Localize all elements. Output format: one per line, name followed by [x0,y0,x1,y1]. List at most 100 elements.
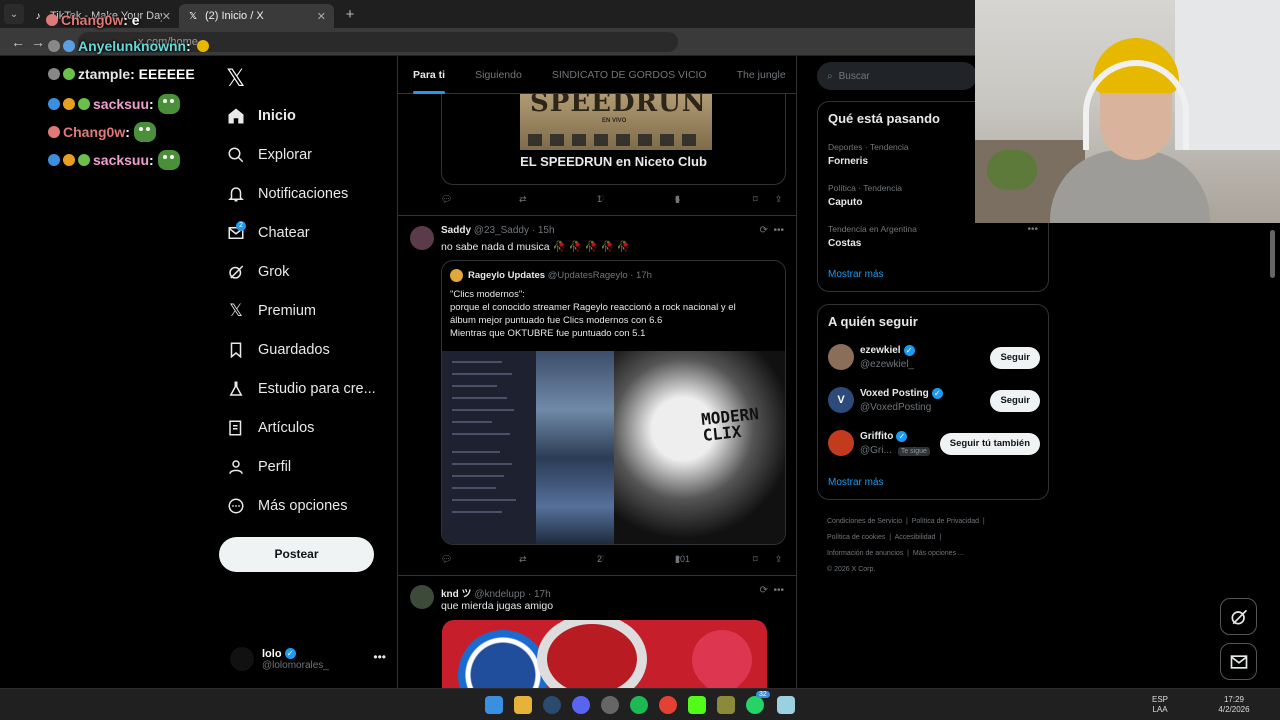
follow-button[interactable]: Seguir [990,390,1040,412]
tab-x-home[interactable]: 𝕏 (2) Inicio / X ✕ [179,4,334,28]
footer-link[interactable]: Más opciones ... [913,550,964,557]
share-icon[interactable]: ⇪ [775,554,783,565]
footer-link[interactable]: Accesibilidad [895,534,936,541]
footer-link[interactable]: Política de cookies [827,534,885,541]
tweet-author[interactable]: knd ツ [441,589,472,600]
follow-back-button[interactable]: Seguir tú también [939,433,1040,455]
follow-name-text: Voxed Posting [860,388,929,399]
quoted-tweet[interactable]: Rageylo Updates @UpdatesRageylo · 17h "C… [441,260,786,545]
views-button[interactable]: ▮ 6 [675,194,680,205]
spotify-icon[interactable] [630,696,648,714]
account-switcher[interactable]: lolo ✓ @lolomorales_ ••• [230,644,390,674]
tweet-top-icons: ⟳ ••• [760,585,784,596]
nav-item-premium[interactable]: 𝕏 Premium [226,296,316,326]
close-tab-icon[interactable]: ✕ [162,10,171,23]
bookmark-icon[interactable]: ⌑ [753,194,758,205]
bookmark-icon[interactable]: ⌑ [753,554,758,565]
follow-suggestion[interactable]: Griffito ✓ @Gri... Te sigue Seguir tú tamb… [828,429,1040,459]
footer-link[interactable]: Condiciones de Servicio [827,518,902,525]
nav-item-inicio[interactable]: Inicio [226,101,296,131]
repost-icon[interactable]: ⇄ [519,194,527,205]
app-icon[interactable] [717,696,735,714]
more-icon[interactable]: ••• [773,585,784,596]
quote-image-lake[interactable] [536,351,614,544]
show-more-link[interactable]: Mostrar más [828,269,884,280]
close-tab-icon[interactable]: ✕ [317,10,326,23]
share-icon[interactable]: ⇪ [775,194,783,205]
avatar [828,344,854,370]
follow-name-text: ezewkiel [860,345,901,356]
search-input[interactable]: ⌕ Buscar [817,62,977,90]
tweet-actions: 💬︎ ⇄ ♡ 2 ▮ 201 ⌑ ⇪ [441,554,786,570]
forward-arrow-icon[interactable]: → [28,34,48,50]
link-card[interactable]: SPEEDRUN EN VIVO EL SPEEDRUN en Niceto C… [441,86,786,185]
chrome-icon[interactable] [659,696,677,714]
scrollbar-thumb[interactable] [1270,230,1275,278]
trend-item[interactable]: Tendencia en Argentina Costas ••• [828,224,1038,249]
nav-item-notificaciones[interactable]: Notificaciones [226,179,348,209]
list-line [452,487,496,489]
nav-item-chatear[interactable]: 2 Chatear [226,218,310,248]
nav-item-estudio[interactable]: Estudio para cre... [226,374,376,404]
x-logo-icon[interactable]: 𝕏 [226,64,245,92]
tab-the-jungle[interactable]: The jungle [722,56,796,94]
nav-item-mas-opciones[interactable]: Más opciones [226,491,347,521]
like-button[interactable]: ♡ 2 [597,554,605,565]
tweet-author[interactable]: Saddy [441,225,471,236]
grok-icon[interactable]: ⟳ [760,225,768,236]
heart-shape [679,620,765,688]
avatar[interactable] [410,226,434,250]
chat-text: : [186,38,191,54]
search-icon [226,145,246,165]
post-button[interactable]: Postear [219,537,374,572]
follow-suggestion[interactable]: V Voxed Posting ✓ @VoxedPosting Seguir [828,386,1040,416]
like-button[interactable]: ♡ 1 [597,194,605,205]
avatar [828,430,854,456]
follow-suggestion[interactable]: ezewkiel ✓ @ezewkiel_ Seguir [828,343,1040,373]
obs-icon[interactable] [601,696,619,714]
steam-icon[interactable] [543,696,561,714]
quote-image-album[interactable]: MODERN CLIX [614,351,785,544]
nav-item-articulos[interactable]: Artículos [226,413,314,443]
tab-para-ti[interactable]: Para ti [398,56,460,94]
nav-item-perfil[interactable]: Perfil [226,452,291,482]
follow-name: ezewkiel ✓ [860,345,915,356]
more-icon[interactable]: ••• [1027,224,1038,235]
windows-start-icon[interactable] [485,696,503,714]
nav-item-grok[interactable]: Grok [226,257,289,287]
tab-sindicato[interactable]: SINDICATO DE GORDOS VICIO [537,56,722,94]
file-explorer-icon[interactable] [514,696,532,714]
messages-floating-button[interactable] [1220,643,1257,680]
quote-image-list[interactable] [442,351,536,544]
more-icon[interactable]: ••• [373,650,386,664]
nav-item-explorar[interactable]: Explorar [226,140,312,170]
tab-siguiendo[interactable]: Siguiendo [460,56,537,94]
discord-icon[interactable] [572,696,590,714]
notepad-icon[interactable] [777,696,795,714]
views-button[interactable]: ▮ 201 [675,554,690,565]
follow-button[interactable]: Seguir [990,347,1040,369]
reply-icon[interactable]: 💬︎ [441,194,452,205]
copyright: © 2026 X Corp. [827,566,876,573]
nav-item-guardados[interactable]: Guardados [226,335,330,365]
grok-floating-button[interactable] [1220,598,1257,635]
whatsapp-icon[interactable] [746,696,764,714]
list-line [452,511,502,513]
repost-icon[interactable]: ⇄ [519,554,527,565]
more-icon[interactable]: ••• [773,225,784,236]
reply-icon[interactable]: 💬︎ [441,554,452,565]
avatar[interactable] [410,585,434,609]
clock[interactable]: 17:29 4/2/2026 [1214,695,1254,715]
webcam-overlay [975,0,1280,223]
back-arrow-icon[interactable]: ← [8,34,28,50]
nav-label: Guardados [258,342,330,358]
tweet-image[interactable] [442,620,767,688]
footer-link[interactable]: Política de Privacidad [912,518,979,525]
tab-search-button[interactable]: ⌄ [4,4,24,24]
kick-icon[interactable] [688,696,706,714]
new-tab-button[interactable]: + [338,6,362,23]
language-indicator[interactable]: ESP LAA [1152,695,1168,715]
show-more-link[interactable]: Mostrar más [828,477,884,488]
footer-link[interactable]: Información de anuncios [827,550,903,557]
grok-icon[interactable]: ⟳ [760,585,768,596]
